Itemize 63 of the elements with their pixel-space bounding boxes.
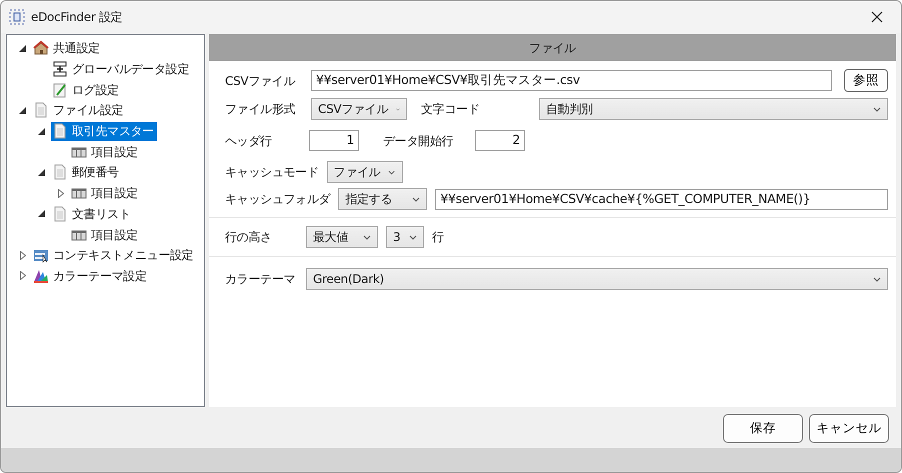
unit-label: 行 (432, 229, 444, 246)
palette-icon (33, 268, 49, 284)
text-field[interactable]: ¥¥server01¥Home¥CSV¥cache¥{%GET_COMPUTER_NAME()} (435, 188, 888, 210)
expanded-arrow-icon[interactable] (38, 210, 45, 218)
tree-item[interactable]: ログ設定 (51, 80, 122, 100)
menu-icon (33, 247, 49, 264)
expanded-arrow-icon[interactable] (38, 168, 45, 176)
house-icon (33, 40, 49, 56)
text-field[interactable]: ¥¥server01¥Home¥CSV¥取引先マスター.csv (311, 70, 832, 91)
expanded-arrow-icon[interactable] (38, 128, 45, 135)
tree-item[interactable]: 郵便番号 (51, 162, 122, 182)
app-icon (9, 9, 25, 25)
expanded-arrow-icon[interactable] (19, 44, 26, 52)
dropdown[interactable]: ファイル (326, 161, 403, 183)
field-label: キャッシュモード (225, 164, 319, 181)
collapsed-arrow-icon[interactable] (20, 271, 26, 280)
dropdown[interactable]: 自動判別 (539, 98, 888, 120)
document-icon (33, 102, 49, 118)
chevron-icon (873, 106, 881, 112)
dropdown[interactable]: 最大値 (306, 226, 378, 248)
window-title: eDocFinder 設定 (31, 9, 122, 26)
field-label: CSVファイル (225, 72, 296, 90)
tree-item[interactable]: 項目設定 (70, 142, 141, 162)
field-label: ファイル形式 (225, 101, 296, 118)
field-label: 行の高さ (225, 229, 273, 246)
tree-item[interactable]: グローバルデータ設定 (51, 60, 192, 79)
field-label: キャッシュフォルダ (225, 191, 330, 208)
chevron-icon (388, 170, 396, 174)
cancel-button[interactable]: キャンセル (809, 414, 889, 442)
chevron-icon (409, 234, 417, 240)
tree-item[interactable]: カラーテーマ設定 (32, 266, 150, 286)
document-icon (52, 206, 68, 222)
field-label: 文字コード (421, 101, 481, 118)
close-icon[interactable] (871, 11, 883, 23)
field-label: カラーテーマ (225, 271, 296, 288)
dropdown[interactable]: CSVファイル (311, 98, 407, 120)
chevron-icon (873, 276, 881, 282)
chevron-icon (412, 196, 420, 202)
document-icon (52, 164, 68, 180)
document-icon (52, 123, 68, 140)
text-field[interactable]: 2 (475, 130, 525, 151)
tree-item[interactable]: 項目設定 (70, 225, 141, 244)
tree-item[interactable]: 文書リスト (51, 204, 134, 224)
tree-item[interactable]: ファイル設定 (32, 100, 126, 120)
tree-item[interactable]: 取引先マスター (51, 122, 157, 141)
chevron-icon (363, 234, 371, 240)
dropdown[interactable]: 指定する (338, 188, 428, 210)
tree-item[interactable]: 共通設定 (32, 38, 103, 58)
dropdown[interactable]: Green(Dark) (306, 268, 888, 290)
note-icon (52, 82, 68, 98)
tree-item[interactable]: 項目設定 (70, 184, 141, 203)
dropdown[interactable]: 3 (386, 226, 424, 248)
collapsed-arrow-icon[interactable] (58, 188, 64, 198)
tree-item[interactable]: コンテキストメニュー設定 (32, 246, 196, 265)
panel-header: ファイル (209, 34, 896, 61)
field-label: ヘッダ行 (225, 132, 273, 150)
field-label: データ開始行 (383, 132, 454, 150)
text-field[interactable]: 1 (309, 130, 359, 151)
collapsed-arrow-icon[interactable] (20, 250, 26, 260)
browse-button[interactable]: 参照 (844, 69, 888, 92)
expanded-arrow-icon[interactable] (19, 106, 26, 114)
save-button[interactable]: 保存 (723, 414, 803, 442)
server-icon (52, 61, 68, 78)
